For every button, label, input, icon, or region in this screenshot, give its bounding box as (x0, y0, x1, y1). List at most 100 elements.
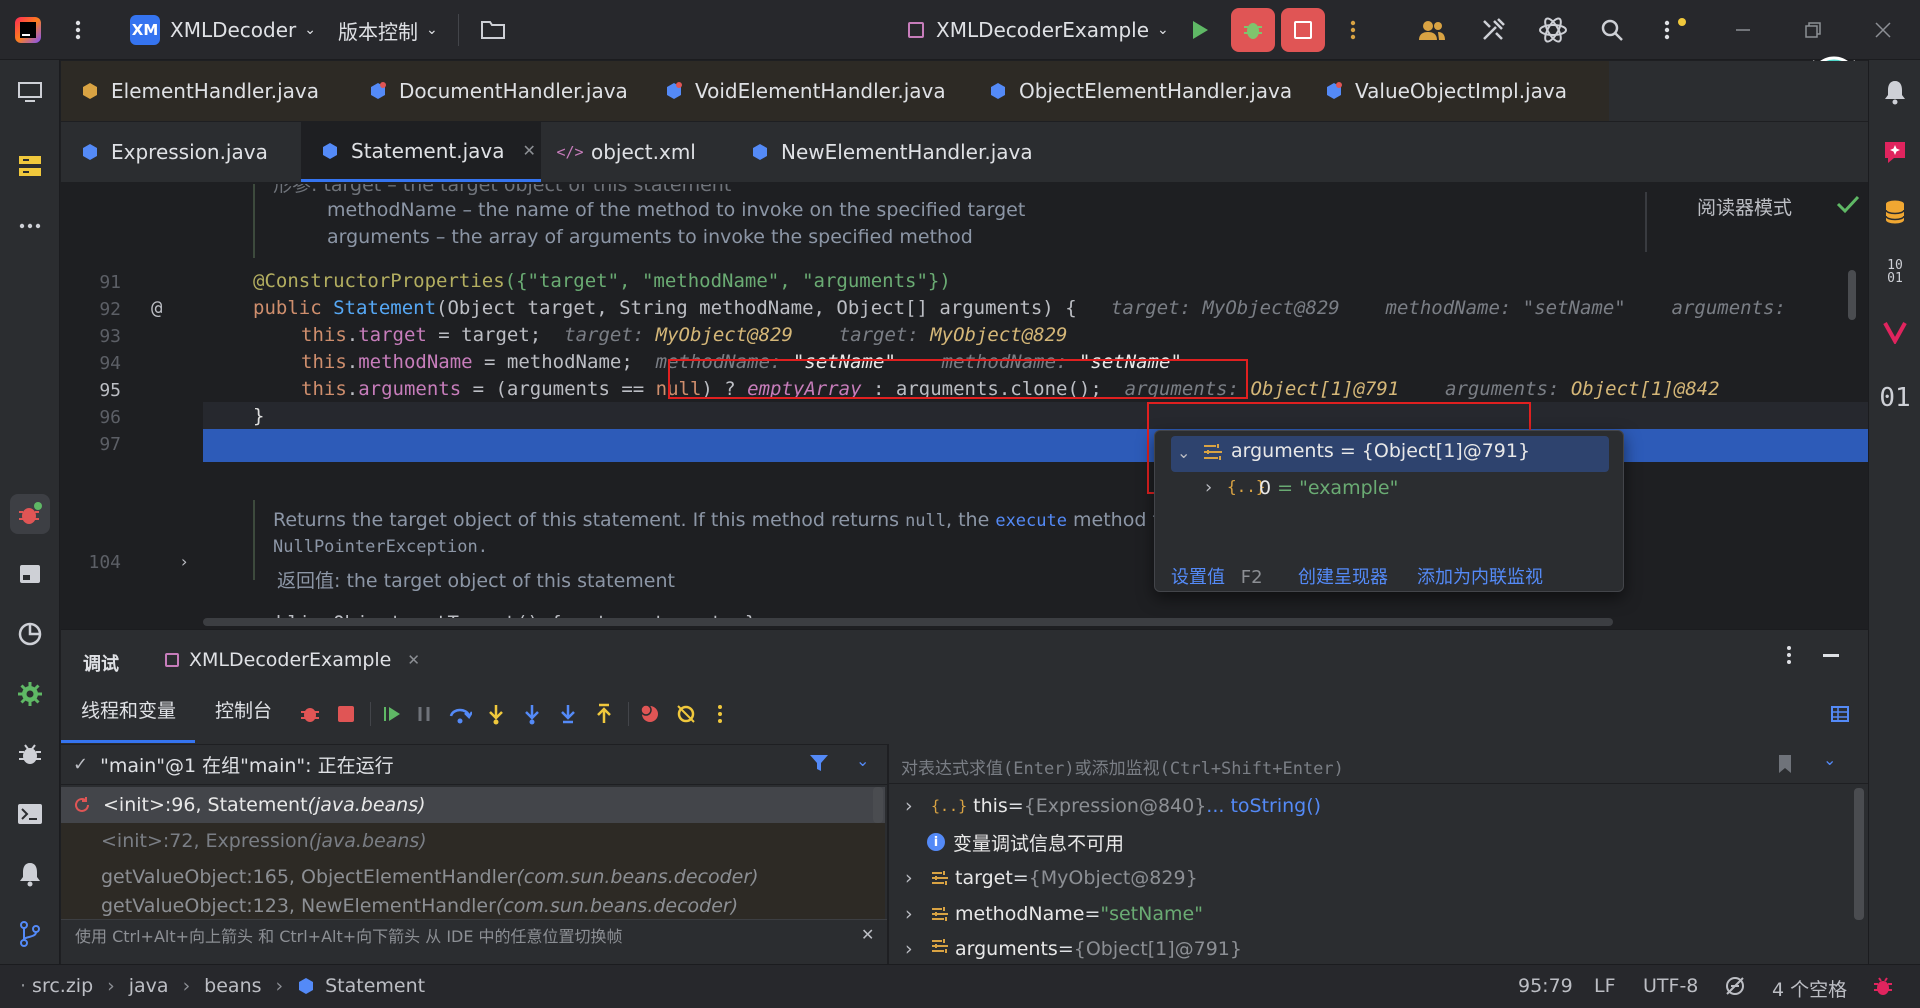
stack-frame[interactable]: <init>:72, Expression (java.beans) (61, 823, 885, 859)
chevron-right-icon[interactable]: › (905, 938, 931, 960)
set-value-link[interactable]: 设置值 F2 (1171, 563, 1263, 589)
tab-value-object-impl[interactable]: ValueObjectImpl.java (1305, 61, 1609, 121)
settings-updates-icon[interactable] (1660, 0, 1688, 60)
to-string-link[interactable]: ... toString() (1206, 795, 1321, 817)
ai-chat-icon[interactable] (1875, 132, 1915, 172)
close-tab-icon[interactable]: ✕ (407, 651, 420, 669)
chevron-down-icon[interactable]: ⌄ (856, 751, 869, 770)
notifications-icon[interactable] (1875, 72, 1915, 112)
profiler-icon[interactable] (10, 614, 50, 654)
more-actions-icon[interactable] (1348, 0, 1358, 60)
filter-icon[interactable] (809, 753, 829, 773)
build-tools-icon[interactable] (1480, 0, 1506, 60)
stack-frame[interactable]: getValueObject:165, ObjectElementHandler… (61, 859, 885, 895)
variable-row[interactable]: › methodName = "setName" (889, 896, 1203, 932)
main-menu-icon[interactable] (70, 0, 86, 60)
more-options-icon[interactable] (1785, 644, 1793, 666)
chevron-down-icon[interactable]: ⌄ (1823, 750, 1836, 769)
step-over-icon[interactable] (446, 700, 474, 728)
code-with-me-icon[interactable] (1418, 0, 1446, 60)
tab-document-handler[interactable]: DocumentHandler.java (349, 61, 645, 121)
variable-row[interactable]: › arguments = {Object[1]@791} (889, 932, 1242, 965)
mute-breakpoints-icon[interactable] (672, 700, 700, 728)
popup-root-node[interactable]: arguments = {Object[1]@791} (1231, 440, 1530, 462)
inline-value-hint-value[interactable]: Object[1]@791 (1251, 378, 1400, 400)
close-tab-icon[interactable]: ✕ (523, 141, 536, 160)
tab-object-element-handler[interactable]: ObjectElementHandler.java (969, 61, 1305, 121)
search-icon[interactable] (1600, 0, 1624, 60)
tab-object-xml[interactable]: </> object.xml (541, 122, 731, 182)
more-icon[interactable] (706, 700, 734, 728)
project-selector[interactable]: XM XMLDecoder ⌄ (130, 0, 316, 60)
debug-session-tab[interactable]: XMLDecoderExample ✕ (165, 640, 420, 680)
caret-position[interactable]: 95:79 (1518, 975, 1573, 997)
tab-threads-variables[interactable]: 线程和变量 (81, 696, 176, 723)
binary-viewer-icon[interactable]: 10 01 (1875, 252, 1915, 292)
line-separator[interactable]: LF (1594, 975, 1616, 997)
reader-mode-toggle[interactable]: 阅读器模式 (1697, 193, 1792, 220)
frames-scrollbar[interactable] (873, 787, 883, 823)
readonly-toggle-icon[interactable] (1724, 975, 1746, 997)
notifications-bell-icon[interactable] (10, 854, 50, 894)
override-marker-icon[interactable]: @ (151, 297, 162, 319)
pause-icon[interactable] (410, 700, 438, 728)
structure-icon[interactable] (10, 146, 50, 186)
variables-scrollbar[interactable] (1854, 788, 1864, 920)
breadcrumb-item[interactable]: beans (204, 975, 261, 997)
debug-tool-icon[interactable] (10, 494, 50, 534)
thread-selector[interactable]: ✓ "main"@1 在组"main": 正在运行 ⌄ (61, 745, 887, 785)
folder-icon[interactable] (480, 0, 506, 60)
variable-row[interactable]: › {..} this = {Expression@840} ... toStr… (889, 788, 1321, 824)
vertical-scrollbar[interactable] (1848, 270, 1856, 320)
tab-element-handler[interactable]: ElementHandler.java (61, 61, 349, 121)
horizontal-scrollbar[interactable] (203, 618, 1613, 626)
breadcrumb-item[interactable]: java (129, 975, 169, 997)
close-icon[interactable]: ✕ (861, 925, 874, 944)
gear-icon[interactable] (10, 674, 50, 714)
debug-button[interactable] (1231, 8, 1275, 52)
bookmark-icon[interactable] (1777, 754, 1793, 774)
add-inline-watch-link[interactable]: 添加为内联监视 (1417, 563, 1543, 589)
indent-setting[interactable]: 4 个空格 (1772, 975, 1847, 1002)
tab-statement[interactable]: Statement.java ✕ (301, 122, 541, 182)
resume-icon[interactable] (378, 700, 406, 728)
chevron-right-icon[interactable]: › (905, 867, 931, 889)
more-tools-icon[interactable] (10, 206, 50, 246)
doc-link[interactable]: execute (995, 511, 1067, 531)
git-branch-icon[interactable] (10, 914, 50, 954)
stack-frame[interactable]: getValueObject:123, NewElementHandler (c… (61, 895, 885, 919)
tab-expression[interactable]: Expression.java (61, 122, 301, 182)
tab-void-element-handler[interactable]: VoidElementHandler.java (645, 61, 969, 121)
vue-icon[interactable] (1875, 312, 1915, 352)
stop-icon[interactable] (332, 700, 360, 728)
chevron-right-icon[interactable]: › (1205, 477, 1212, 498)
problems-icon[interactable] (10, 734, 50, 774)
chevron-down-icon[interactable]: ⌄ (1177, 443, 1190, 462)
tab-console[interactable]: 控制台 (215, 696, 272, 723)
minimize-icon[interactable] (1734, 0, 1752, 60)
inline-value-hint-value[interactable]: Object[1]@842 (1571, 378, 1720, 400)
run-button[interactable] (1190, 0, 1210, 60)
database-icon[interactable] (1875, 192, 1915, 232)
bytecode-icon[interactable]: 01 (1875, 378, 1915, 418)
evaluate-expression-field[interactable]: 对表达式求值(Enter)或添加监视(Ctrl+Shift+Enter) ⌄ (889, 744, 1868, 784)
run-config-selector[interactable]: XMLDecoderExample ⌄ (908, 0, 1169, 60)
create-renderer-link[interactable]: 创建呈现器 (1298, 563, 1388, 589)
view-breakpoints-icon[interactable] (636, 700, 664, 728)
breadcrumb-item[interactable]: Statement (325, 975, 425, 997)
bug-report-icon[interactable] (1872, 975, 1894, 997)
breadcrumb-item[interactable]: src.zip (32, 975, 93, 997)
tab-new-element-handler[interactable]: NewElementHandler.java (731, 122, 1037, 182)
chevron-right-icon[interactable]: › (905, 903, 931, 925)
popup-child-node[interactable]: 0 = "example" (1259, 477, 1398, 499)
file-encoding[interactable]: UTF-8 (1643, 975, 1698, 997)
close-icon[interactable] (1874, 0, 1892, 60)
ide-logo-icon[interactable] (14, 0, 42, 60)
step-into-icon[interactable] (482, 700, 510, 728)
force-step-into-icon[interactable] (518, 700, 546, 728)
smart-step-into-icon[interactable] (554, 700, 582, 728)
chevron-right-icon[interactable]: › (905, 795, 931, 817)
stop-button[interactable] (1281, 8, 1325, 52)
rerun-debug-icon[interactable] (296, 700, 324, 728)
terminal-icon[interactable] (10, 794, 50, 834)
